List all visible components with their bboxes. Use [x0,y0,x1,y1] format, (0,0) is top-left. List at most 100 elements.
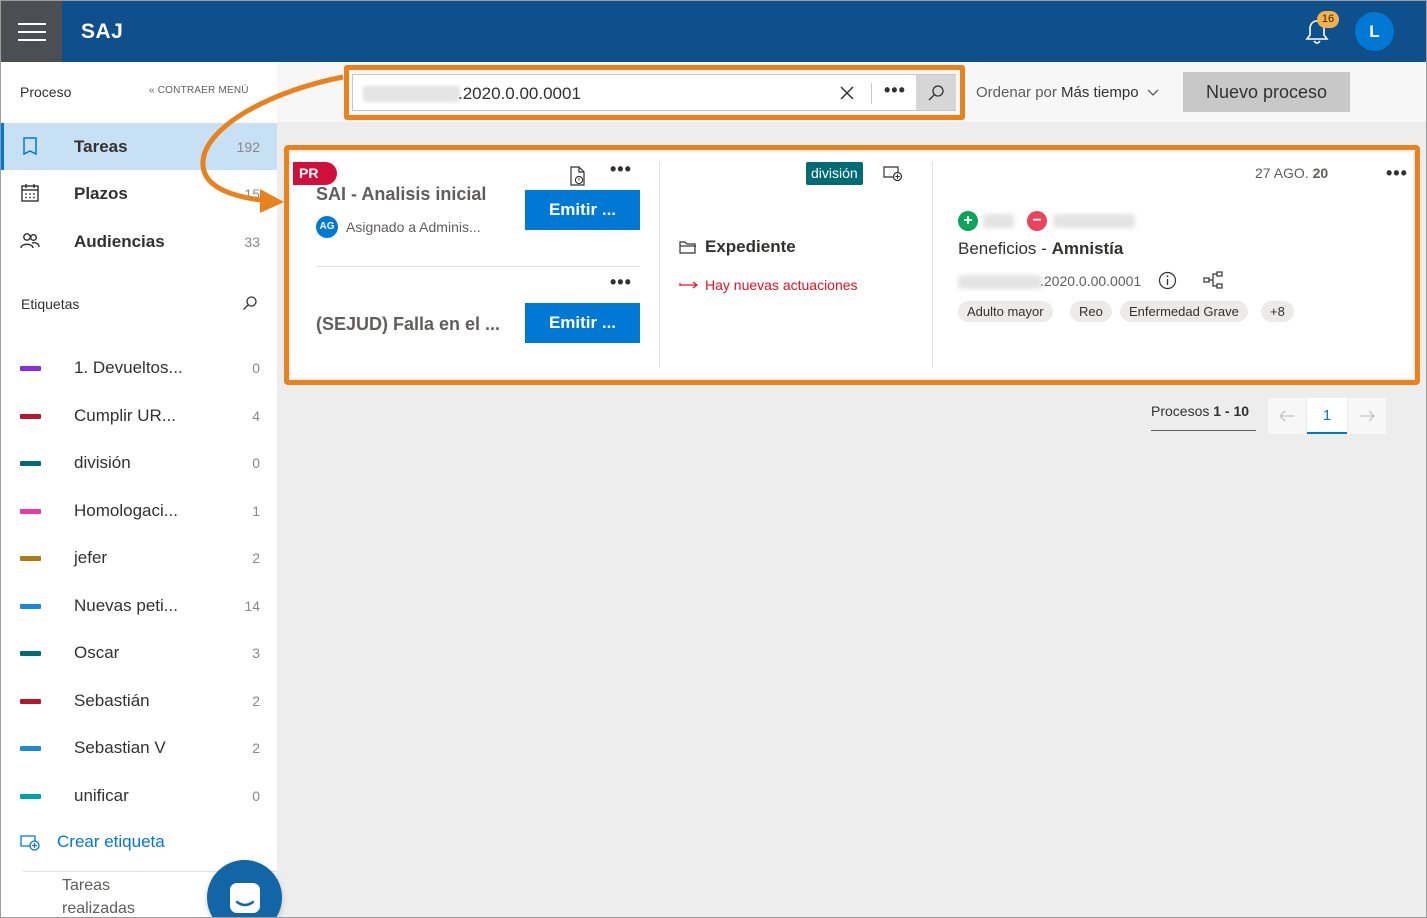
chat-icon [229,882,260,913]
sidebar-tag-item[interactable]: Nuevas peti... 14 [1,585,277,625]
people-icon [20,233,40,249]
tag-label: 1. Devueltos... [74,358,183,377]
assignee-text: Asignado a Adminis... [346,219,481,235]
sidebar-tag-item[interactable]: división 0 [1,442,277,482]
sidebar-tag-item[interactable]: Homologaci... 1 [1,490,277,530]
sidebar-item-label: Plazos [74,184,128,203]
calendar-icon [21,184,39,202]
tag-color-swatch [20,793,41,799]
book-icon [23,137,37,156]
current-page-button[interactable]: 1 [1307,398,1347,434]
tag-count: 1 [252,502,260,519]
document-clock-icon[interactable] [569,166,587,187]
more-options-icon[interactable]: ••• [884,80,906,101]
redacted-text [983,214,1014,228]
user-avatar[interactable]: L [1355,12,1394,51]
tag-label: Homologaci... [74,500,178,520]
sidebar-item-audiencias[interactable]: Audiencias 33 [1,218,277,265]
sort-dropdown[interactable]: Ordenar por Más tiempo [976,84,1159,101]
add-tag-icon[interactable] [883,165,904,182]
tag-chip[interactable]: Reo [1070,301,1112,322]
sidebar-tag-item[interactable]: Oscar 3 [1,632,277,672]
tag-count: 0 [252,455,260,471]
notification-badge: 16 [1317,11,1339,28]
redacted-text [1053,214,1135,228]
divider [932,162,933,368]
sidebar-section-title: Proceso [20,84,72,100]
completed-tasks-link[interactable]: Tareas realizadas [62,874,182,917]
sidebar-tag-item[interactable]: unificar 0 [1,775,277,815]
minus-icon: − [1027,211,1047,231]
task-more-icon[interactable]: ••• [610,272,632,293]
arrow-right-icon [1360,410,1375,422]
emit-button[interactable]: Emitir ... [525,303,640,343]
chat-button[interactable] [207,860,282,917]
sidebar-tag-item[interactable]: jefer 2 [1,537,277,577]
sidebar-tag-item[interactable]: Sebastián 2 [1,680,277,720]
info-icon[interactable] [1158,271,1177,290]
subject-bold: Amnistía [1051,239,1124,258]
task-title[interactable]: SAI - Analisis inicial [316,184,486,205]
tag-label: Cumplir UR... [74,405,177,425]
hierarchy-icon[interactable] [1203,271,1223,289]
tag-chip[interactable]: Adulto mayor [958,301,1053,322]
tag-color-swatch [20,651,41,656]
tag-color-swatch [20,746,41,751]
process-subject[interactable]: Beneficios - Amnistía [958,239,1123,259]
pagination-range: 1 - 10 [1213,403,1250,419]
tag-color-swatch [20,413,41,419]
assignee-avatar: AG [316,216,338,238]
chevron-down-icon [1147,89,1159,96]
process-date: 27 AGO. 20 [1255,165,1328,181]
top-bar: SAJ 16 L [1,1,1426,62]
tag-count: 2 [252,692,260,709]
card-more-icon[interactable]: ••• [1386,163,1408,184]
sidebar-item-plazos[interactable]: Plazos 15 [1,170,277,217]
tag-label: Oscar [74,643,120,662]
create-tag-button[interactable]: Crear etiqueta [20,832,165,852]
file-label: Expediente [705,237,796,256]
tag-chip[interactable]: Enfermedad Grave [1120,301,1248,322]
sidebar-item-tareas[interactable]: Tareas 192 [1,123,277,170]
sidebar-tag-item[interactable]: Cumplir UR... 4 [1,395,277,435]
date-year: 20 [1312,165,1329,181]
plus-icon: + [958,211,978,231]
more-tags-chip[interactable]: +8 [1261,301,1294,322]
task-more-icon[interactable]: ••• [610,159,632,180]
tag-color-swatch [20,366,41,371]
search-icon[interactable] [242,295,258,311]
task-title[interactable]: (SEJUD) Falla en el ... [316,314,500,335]
pagination-summary: Procesos 1 - 10 [1151,403,1249,419]
close-icon[interactable] [837,83,857,103]
arrow-right-icon [679,281,698,289]
folder-icon [679,240,696,254]
search-button[interactable] [916,75,956,110]
tag-badge[interactable]: división [806,162,863,185]
news-link[interactable]: Hay nuevas actuaciones [679,277,858,293]
collapse-menu-button[interactable]: « CONTRAER MENÚ [149,85,249,96]
next-page-button[interactable] [1348,398,1386,434]
hamburger-menu-icon[interactable] [1,1,62,62]
app-brand: SAJ [81,20,124,43]
emit-button[interactable]: Emitir ... [525,190,640,230]
divider [659,162,660,368]
sidebar-tag-item[interactable]: Sebastian V 2 [1,727,277,767]
tag-count: 14 [244,597,260,614]
tag-color-swatch [20,508,41,514]
previous-page-button[interactable] [1268,398,1306,434]
new-process-button[interactable]: Nuevo proceso [1183,72,1350,112]
divider [1151,430,1256,431]
tag-label: división [74,453,131,472]
file-link[interactable]: Expediente [679,237,796,257]
search-input[interactable]: .2020.0.00.0001 ••• [352,74,956,111]
tag-color-swatch [20,698,41,704]
sidebar-tag-item[interactable]: 1. Devueltos... 0 [1,347,277,387]
pagination-label: Procesos [1151,403,1210,419]
sidebar: Proceso « CONTRAER MENÚ Tareas 192 Plazo… [1,62,282,917]
tag-label: Sebastian V [74,738,166,757]
sort-value: Más tiempo [1061,84,1139,101]
divider [871,83,872,104]
create-tag-label: Crear etiqueta [57,832,165,851]
tag-count: 3 [252,645,260,661]
tag-count: 4 [252,407,260,424]
